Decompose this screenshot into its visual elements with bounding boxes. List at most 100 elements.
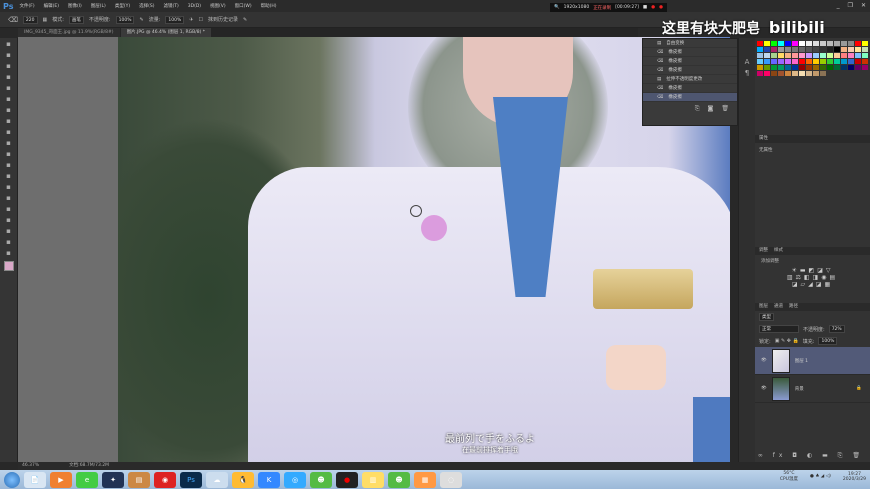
swatch[interactable] <box>820 65 826 70</box>
swatch[interactable] <box>792 59 798 64</box>
shape-tool-icon[interactable]: ▪ <box>4 227 14 235</box>
tab-styles[interactable]: 样式 <box>774 247 783 255</box>
swatch[interactable] <box>834 65 840 70</box>
swatch[interactable] <box>834 53 840 58</box>
swatch[interactable] <box>785 47 791 52</box>
minimize-button[interactable]: _ <box>837 2 840 9</box>
swatch[interactable] <box>771 53 777 58</box>
start-button[interactable] <box>4 471 20 488</box>
swatch[interactable] <box>771 71 777 76</box>
menu-item[interactable]: 帮助(H) <box>261 3 277 9</box>
swatch[interactable] <box>820 59 826 64</box>
brush-size[interactable]: 220 <box>22 15 38 24</box>
lasso-tool-icon[interactable]: ▪ <box>4 62 14 70</box>
menu-item[interactable]: 图像(I) <box>68 3 82 9</box>
swatch[interactable] <box>799 47 805 52</box>
new-document-icon[interactable]: ⎘ <box>695 105 700 113</box>
swatch[interactable] <box>820 41 826 46</box>
swatch[interactable] <box>841 47 847 52</box>
swatch[interactable] <box>757 47 763 52</box>
adjustment-icons[interactable]: ☀▬◩◪▽ ▥⚖◧◨◉▤ ◪▱◢◪▦ <box>755 267 870 303</box>
swatch[interactable] <box>834 59 840 64</box>
dodge-tool-icon[interactable]: ▪ <box>4 183 14 191</box>
taskbar-app-game2[interactable]: ☻ <box>388 471 410 488</box>
taskbar-app-explorer[interactable]: 📄 <box>24 471 46 488</box>
zoom-level[interactable]: 46.37% <box>22 462 39 470</box>
swatch[interactable] <box>778 47 784 52</box>
taskbar-app-archive[interactable]: ▤ <box>128 471 150 488</box>
swatch[interactable] <box>799 71 805 76</box>
swatch[interactable] <box>792 53 798 58</box>
swatch[interactable] <box>799 65 805 70</box>
taskbar-app-netease[interactable]: ◉ <box>154 471 176 488</box>
brush-tool-icon[interactable]: ▪ <box>4 117 14 125</box>
swatch[interactable] <box>771 41 777 46</box>
swatch[interactable] <box>813 65 819 70</box>
visibility-eye-icon[interactable]: 👁 <box>761 358 767 363</box>
airbrush-icon[interactable]: ✈ <box>189 17 193 23</box>
path-select-tool-icon[interactable]: ▪ <box>4 216 14 224</box>
swatch[interactable] <box>827 53 833 58</box>
pressure-opacity-icon[interactable]: ✎ <box>139 17 143 23</box>
swatch[interactable] <box>813 53 819 58</box>
swatch[interactable] <box>778 53 784 58</box>
restore-button[interactable]: ❐ <box>848 2 853 9</box>
stop-icon[interactable]: ● <box>651 5 655 10</box>
menu-item[interactable]: 3D(D) <box>188 4 201 9</box>
close-button[interactable]: ✕ <box>861 2 866 9</box>
swatch[interactable] <box>799 59 805 64</box>
taskbar-app-circle[interactable]: ◎ <box>284 471 306 488</box>
healing-tool-icon[interactable]: ▪ <box>4 106 14 114</box>
layer-filter-select[interactable]: 类型 <box>759 313 774 321</box>
taskbar-app-player[interactable]: ▶ <box>50 471 72 488</box>
history-item[interactable]: ⌫ 橡皮擦 <box>643 57 737 66</box>
swatch[interactable] <box>764 65 770 70</box>
swatch[interactable] <box>827 47 833 52</box>
taskbar-app-green[interactable]: e <box>76 471 98 488</box>
swatch[interactable] <box>848 47 854 52</box>
taskbar-app-editor[interactable]: ✦ <box>102 471 124 488</box>
taskbar-app-game[interactable]: ☻ <box>310 471 332 488</box>
taskbar-app-board[interactable]: ▦ <box>414 471 436 488</box>
gradient-tool-icon[interactable]: ▪ <box>4 161 14 169</box>
swatch[interactable] <box>771 47 777 52</box>
taskbar-app-disc[interactable]: ◌ <box>440 471 462 488</box>
menu-item[interactable]: 图层(L) <box>91 3 106 9</box>
magic-wand-tool-icon[interactable]: ▪ <box>4 73 14 81</box>
move-tool-icon[interactable]: ▪ <box>4 40 14 48</box>
swatch[interactable] <box>848 53 854 58</box>
blend-mode-select[interactable]: 正常 <box>759 325 799 333</box>
zoom-tool-icon[interactable]: ▪ <box>4 249 14 257</box>
tab-layers[interactable]: 图层 <box>759 303 768 311</box>
swatch[interactable] <box>862 59 868 64</box>
taskbar-app-qq[interactable]: 🐧 <box>232 471 254 488</box>
tab-adjustments[interactable]: 调整 <box>759 247 768 255</box>
swatch[interactable] <box>841 59 847 64</box>
layer-actions[interactable]: ∞ fx ◘ ◐ ▬ ⎘ 🗑 <box>758 452 864 460</box>
swatch[interactable] <box>806 53 812 58</box>
swatch[interactable] <box>806 71 812 76</box>
visibility-eye-icon[interactable]: 👁 <box>761 386 767 391</box>
swatch[interactable] <box>792 65 798 70</box>
eraser-icon[interactable]: ⌫ <box>8 16 18 24</box>
swatch[interactable] <box>785 41 791 46</box>
swatch[interactable] <box>820 71 826 76</box>
swatch[interactable] <box>764 71 770 76</box>
menu-item[interactable]: 窗口(W) <box>235 3 252 9</box>
history-brush-tool-icon[interactable]: ▪ <box>4 139 14 147</box>
fill-input[interactable]: 100% <box>818 337 838 345</box>
history-item[interactable]: ▤ 自由变换 <box>643 39 737 48</box>
swatch[interactable] <box>841 41 847 46</box>
swatch[interactable] <box>771 59 777 64</box>
swatch[interactable] <box>855 41 861 46</box>
erase-history-checkbox[interactable]: ☐ <box>198 17 202 23</box>
swatch[interactable] <box>757 71 763 76</box>
swatch[interactable] <box>757 53 763 58</box>
mode-select[interactable]: 画笔 <box>68 15 84 24</box>
paragraph-icon[interactable]: ¶ <box>742 69 752 77</box>
tab-doc-2[interactable]: 图片.JPG @ 46.4% (图层 1, RGB/8) * <box>120 28 212 37</box>
swatch[interactable] <box>855 53 861 58</box>
history-item[interactable]: ▤ 拉伸不透明度更改 <box>643 75 737 84</box>
swatch[interactable] <box>820 47 826 52</box>
taskbar-app-cloud[interactable]: ☁ <box>206 471 228 488</box>
